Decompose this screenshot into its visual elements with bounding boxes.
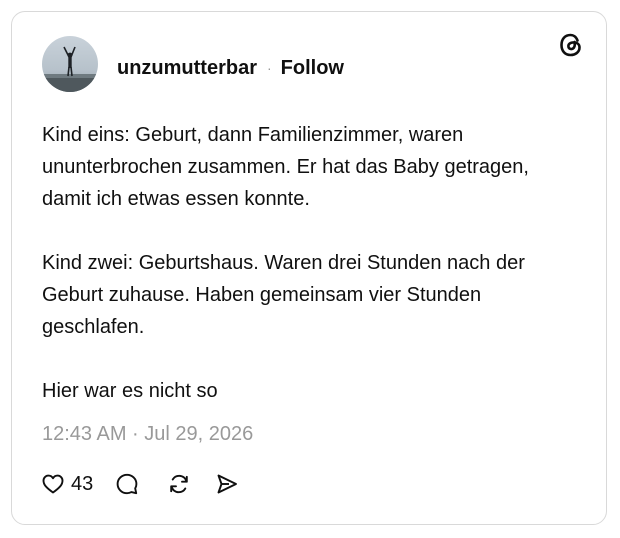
share-button[interactable]	[215, 472, 239, 496]
like-button[interactable]: 43	[41, 472, 93, 496]
reply-button[interactable]	[115, 472, 139, 496]
post-paragraph-3: Hier war es nicht so	[42, 380, 218, 402]
avatar[interactable]	[42, 36, 98, 92]
repost-icon	[170, 474, 188, 494]
username[interactable]: unzumutterbar	[117, 56, 257, 80]
post-paragraph-1: Kind eins: Geburt, dann Familienzimmer, …	[42, 124, 529, 210]
heart-icon	[42, 474, 64, 494]
threads-logo-icon[interactable]	[558, 32, 584, 58]
post-paragraph-2: Kind zwei: Geburtshaus. Waren drei Stund…	[42, 252, 525, 338]
separator-dot: ·	[267, 60, 272, 76]
action-bar: 43	[41, 472, 239, 496]
repost-button[interactable]	[167, 472, 191, 496]
comment-icon	[116, 473, 138, 495]
post-card: unzumutterbar · Follow Kind eins: Geburt…	[11, 11, 607, 525]
like-count: 43	[71, 473, 94, 495]
send-icon	[217, 474, 238, 494]
post-timestamp[interactable]: 12:43 AM · Jul 29, 2026	[42, 422, 253, 446]
post-header: unzumutterbar · Follow	[117, 56, 344, 80]
follow-button[interactable]: Follow	[281, 56, 344, 80]
post-body: Kind eins: Geburt, dann Familienzimmer, …	[42, 119, 562, 407]
